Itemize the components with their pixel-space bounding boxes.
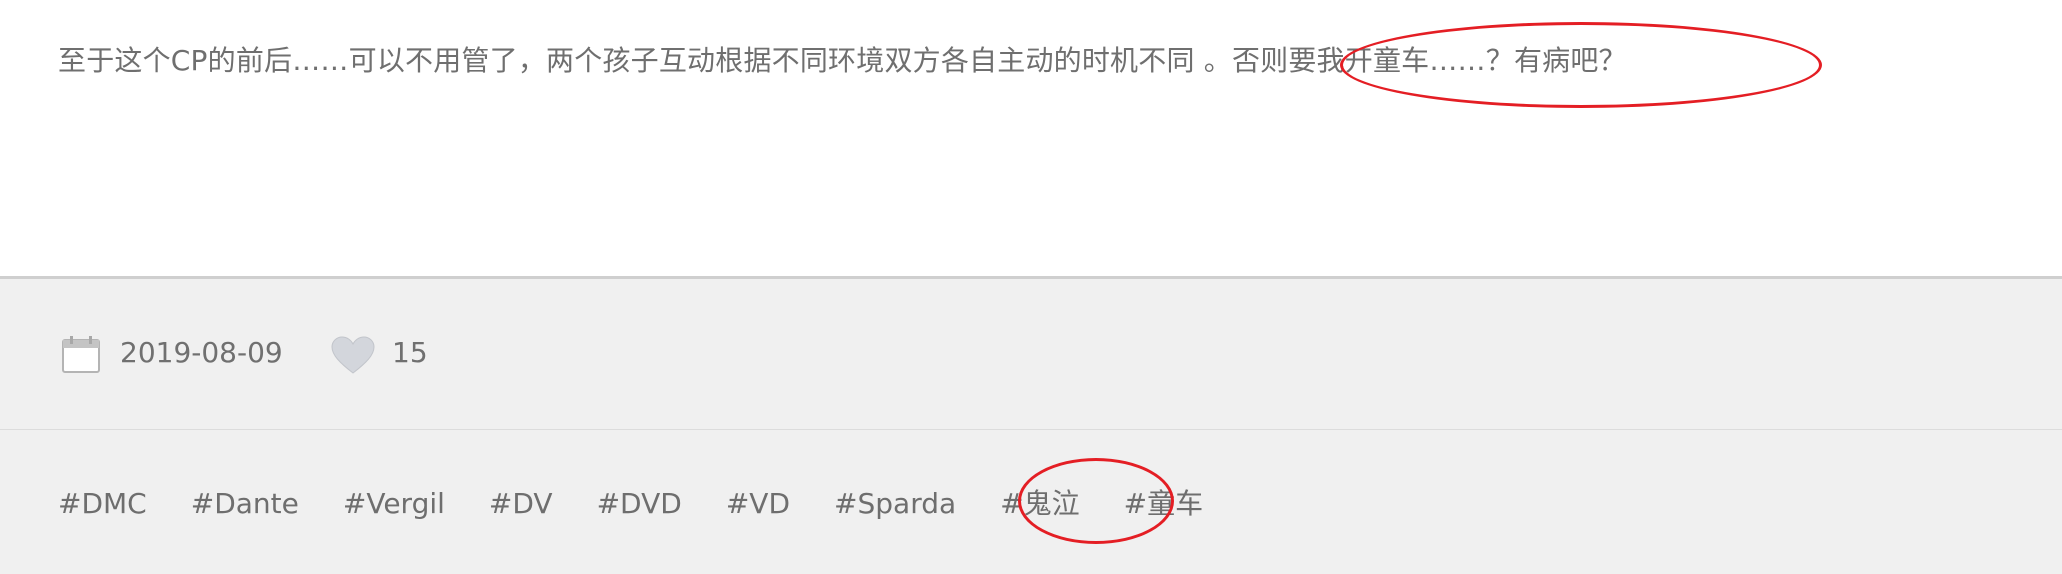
tag-link[interactable]: #DV [489,484,553,524]
post-date: 2019-08-09 [120,336,283,369]
post-content: 至于这个CP的前后……可以不用管了，两个孩子互动根据不同环境双方各自主动的时机不… [0,0,2062,276]
tag-link[interactable]: #童车 [1124,484,1203,524]
tag-link[interactable]: #DVD [597,484,682,524]
tag-link[interactable]: #Dante [191,484,299,524]
calendar-icon [62,336,100,373]
like-count: 15 [392,336,428,369]
post-footer: 2019-08-09 15 #DMC #Dante #Vergil #DV #D… [0,279,2062,574]
post-page: 至于这个CP的前后……可以不用管了，两个孩子互动根据不同环境双方各自主动的时机不… [0,0,2062,574]
tag-link[interactable]: #鬼泣 [1000,484,1079,524]
tag-link[interactable]: #Vergil [343,484,445,524]
meta-tags-divider [0,429,2062,430]
heart-icon[interactable] [330,335,376,375]
post-meta: 2019-08-09 15 [0,279,2062,429]
tag-link[interactable]: #Sparda [834,484,956,524]
tag-link[interactable]: #VD [726,484,790,524]
tag-link[interactable]: #DMC [58,484,147,524]
post-body-text: 至于这个CP的前后……可以不用管了，两个孩子互动根据不同环境双方各自主动的时机不… [58,44,1627,77]
tag-list: #DMC #Dante #Vergil #DV #DVD #VD #Sparda… [58,484,1203,524]
